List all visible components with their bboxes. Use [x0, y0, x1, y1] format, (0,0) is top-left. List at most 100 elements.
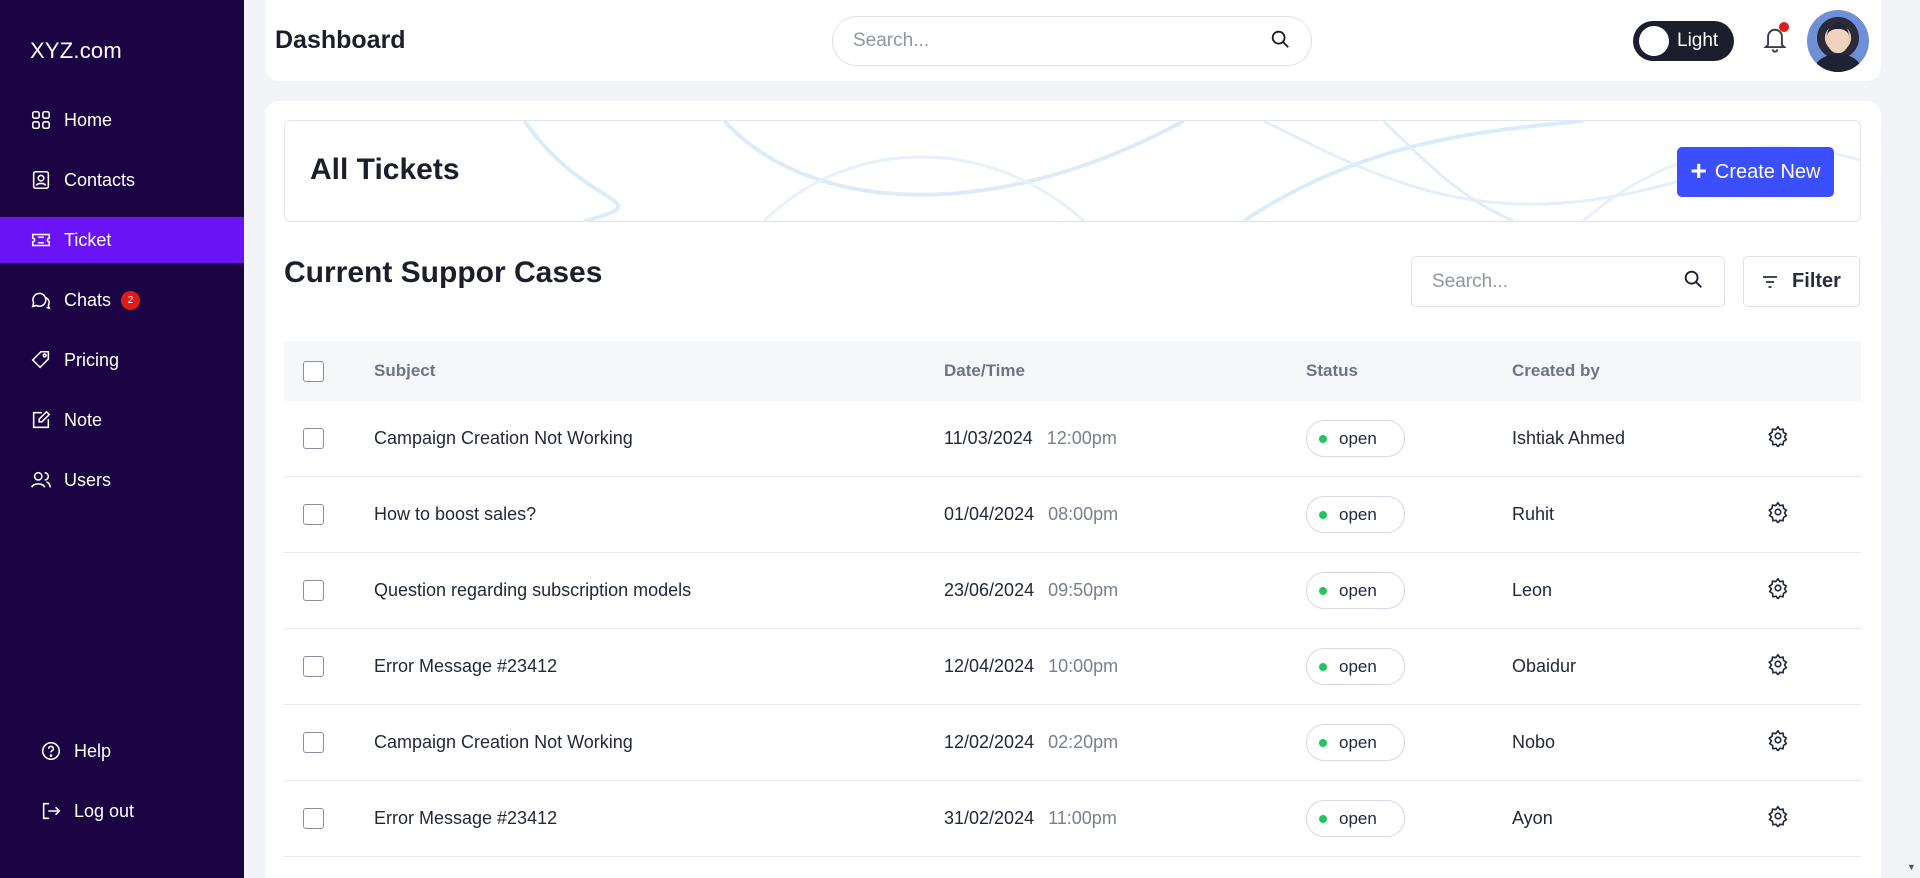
settings-gear-icon[interactable] [1767, 577, 1789, 603]
grid-icon [31, 110, 51, 130]
sidebar-item-label: Home [64, 109, 113, 130]
filter-label: Filter [1792, 270, 1841, 292]
status-dot [1319, 510, 1327, 519]
create-new-button[interactable]: + Create New [1677, 147, 1834, 197]
sidebar-item-contacts[interactable]: Contacts [0, 157, 244, 203]
sidebar-item-home[interactable]: Home [0, 97, 244, 143]
sidebar-item-label: Contacts [64, 169, 136, 190]
column-subject: Subject [374, 361, 436, 380]
status-badge: open [1306, 648, 1405, 685]
status-dot [1319, 662, 1327, 671]
avatar-face [1827, 23, 1849, 53]
row-date: 01/04/2024 [944, 504, 1035, 524]
table-row[interactable]: Error Message #23412 31/02/2024 11:00pm o… [284, 781, 1861, 857]
row-subject: Error Message #23412 [374, 808, 558, 828]
settings-gear-icon[interactable] [1767, 729, 1789, 755]
note-edit-icon [32, 410, 51, 429]
sidebar-item-help[interactable]: Help [0, 728, 244, 774]
status-dot [1319, 814, 1327, 823]
logout-icon [42, 802, 61, 820]
sidebar-item-label: Help [74, 740, 112, 761]
row-time: 08:00pm [1048, 504, 1119, 524]
notification-dot [1779, 22, 1789, 32]
status-badge: open [1306, 420, 1405, 457]
filter-icon [1763, 275, 1778, 288]
banner-decoration [523, 121, 1860, 221]
price-tag-icon [31, 350, 50, 369]
notifications-button[interactable] [1761, 22, 1791, 56]
row-time: 09:50pm [1048, 580, 1119, 600]
scroll-down-arrow-icon[interactable]: ▼ [1907, 862, 1916, 872]
table-row[interactable]: Campaign Creation Not Working 12/02/2024… [284, 705, 1861, 781]
settings-gear-icon[interactable] [1767, 425, 1789, 451]
search-icon[interactable] [1269, 28, 1291, 55]
global-search [832, 16, 1312, 66]
row-checkbox[interactable] [303, 732, 324, 753]
cases-table: Subject Date/Time Status Created by Camp… [284, 341, 1861, 857]
user-avatar[interactable] [1807, 10, 1869, 72]
row-subject: Error Message #23412 [374, 656, 558, 676]
row-subject: Question regarding subscription models [374, 580, 692, 600]
table-row[interactable]: Error Message #23412 12/04/2024 10:00pm o… [284, 629, 1861, 705]
contact-card-icon [32, 170, 50, 190]
page-title: Dashboard [275, 26, 406, 54]
theme-toggle[interactable]: Light [1633, 21, 1734, 61]
cases-search [1411, 256, 1725, 307]
chat-icon [31, 292, 51, 310]
sidebar-item-chats[interactable]: Chats 2 [0, 277, 244, 323]
plus-icon: + [1690, 154, 1707, 186]
filter-button[interactable]: Filter [1743, 256, 1860, 307]
sidebar-item-label: Pricing [64, 349, 120, 370]
sidebar-item-pricing[interactable]: Pricing [0, 337, 244, 383]
row-created-by: Ruhit [1512, 504, 1555, 524]
row-checkbox[interactable] [303, 580, 324, 601]
sidebar-item-label: Users [64, 469, 112, 490]
sidebar-item-users[interactable]: Users [0, 457, 244, 503]
row-checkbox[interactable] [303, 428, 324, 449]
row-checkbox[interactable] [303, 504, 324, 525]
chats-count-badge: 2 [121, 290, 141, 310]
table-row[interactable]: Question regarding subscription models 2… [284, 553, 1861, 629]
row-checkbox[interactable] [303, 656, 324, 677]
search-icon[interactable] [1682, 268, 1704, 295]
row-date: 12/04/2024 [944, 656, 1035, 676]
column-created-by: Created by [1512, 361, 1600, 380]
cases-title: Current Suppor Cases [284, 256, 603, 289]
status-badge: open [1306, 572, 1405, 609]
row-subject: How to boost sales? [374, 504, 537, 524]
status-label: open [1339, 504, 1377, 524]
sidebar-item-label: Log out [74, 800, 135, 821]
row-checkbox[interactable] [303, 808, 324, 829]
sidebar-item-logout[interactable]: Log out [0, 788, 244, 834]
table-row[interactable]: Campaign Creation Not Working 11/03/2024… [284, 401, 1861, 477]
row-time: 12:00pm [1046, 428, 1117, 448]
settings-gear-icon[interactable] [1767, 501, 1789, 527]
table-row[interactable]: How to boost sales? 01/04/2024 08:00pm op… [284, 477, 1861, 553]
column-datetime: Date/Time [944, 361, 1025, 380]
page-scrollbar[interactable]: ▼ [1902, 0, 1920, 878]
settings-gear-icon[interactable] [1767, 805, 1789, 831]
sidebar-item-label: Chats [64, 289, 112, 310]
create-new-label: Create New [1714, 160, 1821, 183]
global-search-input[interactable] [853, 30, 1269, 52]
help-circle-icon [41, 741, 61, 761]
sidebar-item-ticket[interactable]: Ticket [0, 217, 244, 263]
status-badge: open [1306, 724, 1405, 761]
row-time: 11:00pm [1048, 808, 1117, 828]
sidebar-item-note[interactable]: Note [0, 397, 244, 443]
row-date: 23/06/2024 [944, 580, 1035, 600]
status-dot [1319, 586, 1327, 595]
status-label: open [1339, 580, 1377, 600]
status-label: open [1339, 732, 1377, 752]
row-date: 11/03/2024 [944, 428, 1033, 448]
cases-search-input[interactable] [1432, 270, 1682, 293]
select-all-checkbox[interactable] [303, 360, 324, 382]
status-label: open [1339, 656, 1377, 676]
row-time: 10:00pm [1048, 656, 1119, 676]
status-dot [1319, 434, 1327, 443]
main-panel: All Tickets + Create New Current Suppor … [265, 101, 1881, 878]
avatar-body [1815, 54, 1861, 72]
row-subject: Campaign Creation Not Working [374, 732, 633, 752]
table-header: Subject Date/Time Status Created by [284, 341, 1861, 401]
settings-gear-icon[interactable] [1767, 653, 1789, 679]
